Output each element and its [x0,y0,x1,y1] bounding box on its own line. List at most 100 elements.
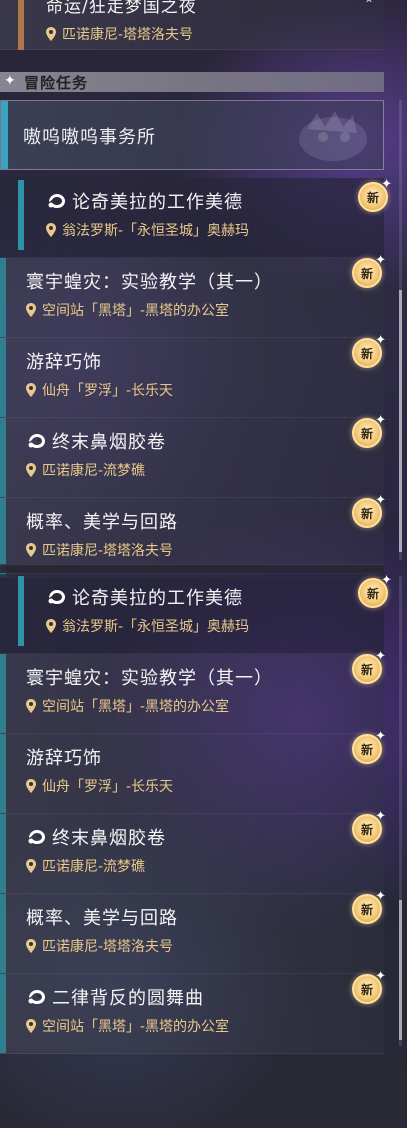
pin-icon [26,383,36,397]
new-badge: 新 ✦ [358,574,392,608]
category-tab[interactable]: 嗷呜嗷呜事务所 [0,100,384,170]
quest-accent-bar [18,0,24,50]
new-badge-label: 新 [360,742,373,757]
quest-item[interactable]: 终末鼻烟胶卷匹诺康尼-流梦礁 新 ✦ [0,810,386,894]
panel-divider [0,564,384,573]
quest-item[interactable]: 寰宇蝗灾：实验教学（其一） 空间站「黑塔」-黑塔的办公室 新 ✦ [0,650,386,734]
pin-icon [46,27,56,41]
quest-accent-bar [18,576,24,646]
new-badge: 新 ✦ [352,970,386,1004]
new-badge-label: 新 [360,902,373,917]
new-badge-label: 新 [360,346,373,361]
quest-location-text: 匹诺康尼-塔塔洛夫号 [42,939,174,955]
quest-item[interactable]: 概率、美学与回路匹诺康尼-塔塔洛夫号 新 ✦ [0,890,386,974]
category-title: 嗷呜嗷呜事务所 [23,127,156,148]
new-badge: 新 ✦ [352,650,386,684]
section-header: ✦ 冒险任务 [0,72,384,92]
quest-location: 仙舟「罗浮」-长乐天 [26,776,173,796]
new-badge: 新 ✦ [358,178,392,212]
quest-accent-bar [0,734,6,813]
sparkle-icon: ✦ [375,333,386,348]
quest-accent-bar [0,338,6,417]
quest-title-text: 论奇美拉的工作美德 [72,588,243,609]
quest-item[interactable]: 论奇美拉的工作美德翁法罗斯-「永恒圣城」奥赫玛 新 ✦ [0,178,392,258]
sparkle-icon: ✦ [375,809,386,824]
quest-location-text: 翁法罗斯-「永恒圣城」奥赫玛 [62,619,250,635]
quest-title: 终末鼻烟胶卷 [26,428,166,454]
sparkle-icon: ✦ [375,413,386,428]
pin-icon [26,859,36,873]
pin-icon [26,303,36,317]
chimera-icon [28,990,45,1004]
quest-title: 寰宇蝗灾：实验教学（其一） [26,268,273,294]
pin-icon [26,1019,36,1033]
quest-location: 匹诺康尼-塔塔洛夫号 [46,24,193,44]
quest-accent-bar [0,974,6,1053]
quest-location-text: 空间站「黑塔」-黑塔的办公室 [42,303,230,319]
sparkle-icon: ✦ [375,253,386,268]
new-badge: 新 ✦ [352,414,386,448]
quest-location: 翁法罗斯-「永恒圣城」奥赫玛 [46,616,249,636]
quest-location: 匹诺康尼-塔塔洛夫号 [26,936,173,956]
quest-location: 匹诺康尼-塔塔洛夫号 [26,540,173,560]
new-badge: 新 ✦ [352,730,386,764]
new-badge-label: 新 [360,426,373,441]
quest-title: 概率、美学与回路 [26,904,178,930]
pin-icon [26,543,36,557]
sparkle-icon: ✦ [375,889,386,904]
quest-location-text: 仙舟「罗浮」-长乐天 [42,383,174,399]
new-badge-label: 新 [360,266,373,281]
new-badge-label: 新 [360,982,373,997]
quest-title-text: 寰宇蝗灾：实验教学（其一） [26,272,273,293]
quest-title-text: 概率、美学与回路 [26,512,178,533]
quest-title-text: 寰宇蝗灾：实验教学（其一） [26,668,273,689]
chimera-icon [48,194,65,208]
quest-item-partial[interactable]: 命运/狂走梦国之夜 匹诺康尼-塔塔洛夫号 [0,0,384,50]
quest-title: 概率、美学与回路 [26,508,178,534]
quest-location: 仙舟「罗浮」-长乐天 [26,380,173,400]
quest-title: 二律背反的圆舞曲 [26,984,204,1010]
quest-item[interactable]: 二律背反的圆舞曲空间站「黑塔」-黑塔的办公室 新 ✦ [0,970,386,1054]
expand-icon[interactable]: ⌃ [364,0,380,10]
quest-title-text: 终末鼻烟胶卷 [52,828,166,849]
quest-item[interactable]: 游辞巧饰 仙舟「罗浮」-长乐天 新 ✦ [0,730,386,814]
chimera-emblem-icon [299,111,367,161]
quest-accent-bar [18,180,24,250]
quest-location-text: 仙舟「罗浮」-长乐天 [42,779,174,795]
quest-title-text: 概率、美学与回路 [26,908,178,929]
quest-item[interactable]: 游辞巧饰仙舟「罗浮」-长乐天 新 ✦ [0,334,386,418]
quest-title: 论奇美拉的工作美德 [46,188,243,214]
quest-location-text: 空间站「黑塔」-黑塔的办公室 [42,1019,230,1035]
quest-item[interactable]: 终末鼻烟胶卷 匹诺康尼-流梦礁 新 ✦ [0,414,386,498]
quest-title: 游辞巧饰 [26,348,102,374]
scrollbar-thumb-lower[interactable] [399,900,402,1040]
sparkle-icon: ✦ [381,573,392,588]
pin-icon [26,463,36,477]
pin-icon [26,779,36,793]
quest-item[interactable]: 寰宇蝗灾：实验教学（其一） 空间站「黑塔」-黑塔的办公室 新 ✦ [0,254,386,338]
sparkle-icon: ✦ [375,493,386,508]
quest-location: 翁法罗斯-「永恒圣城」奥赫玛 [46,220,249,240]
scrollbar-thumb-upper[interactable] [399,290,402,552]
quest-title: 论奇美拉的工作美德 [46,584,243,610]
quest-location-text: 空间站「黑塔」-黑塔的办公室 [42,699,230,715]
new-badge: 新 ✦ [352,810,386,844]
quest-title: 寰宇蝗灾：实验教学（其一） [26,664,273,690]
quest-accent-bar [0,258,6,337]
quest-title-text: 游辞巧饰 [26,352,102,373]
quest-accent-bar [0,418,6,497]
quest-title: 终末鼻烟胶卷 [26,824,166,850]
pin-icon [46,223,56,237]
quest-title: 命运/狂走梦国之夜 [46,0,197,17]
quest-location: 匹诺康尼-流梦礁 [26,856,145,876]
quest-item[interactable]: 论奇美拉的工作美德翁法罗斯-「永恒圣城」奥赫玛 新 ✦ [0,574,392,654]
quest-location-text: 匹诺康尼-塔塔洛夫号 [42,543,174,559]
quest-location: 空间站「黑塔」-黑塔的办公室 [26,300,229,320]
chimera-icon [28,434,45,448]
new-badge-label: 新 [360,662,373,677]
quest-title-text: 论奇美拉的工作美德 [72,192,243,213]
sparkle-icon: ✦ [375,729,386,744]
new-badge: 新 ✦ [352,334,386,368]
new-badge-label: 新 [360,506,373,521]
chimera-icon [28,830,45,844]
